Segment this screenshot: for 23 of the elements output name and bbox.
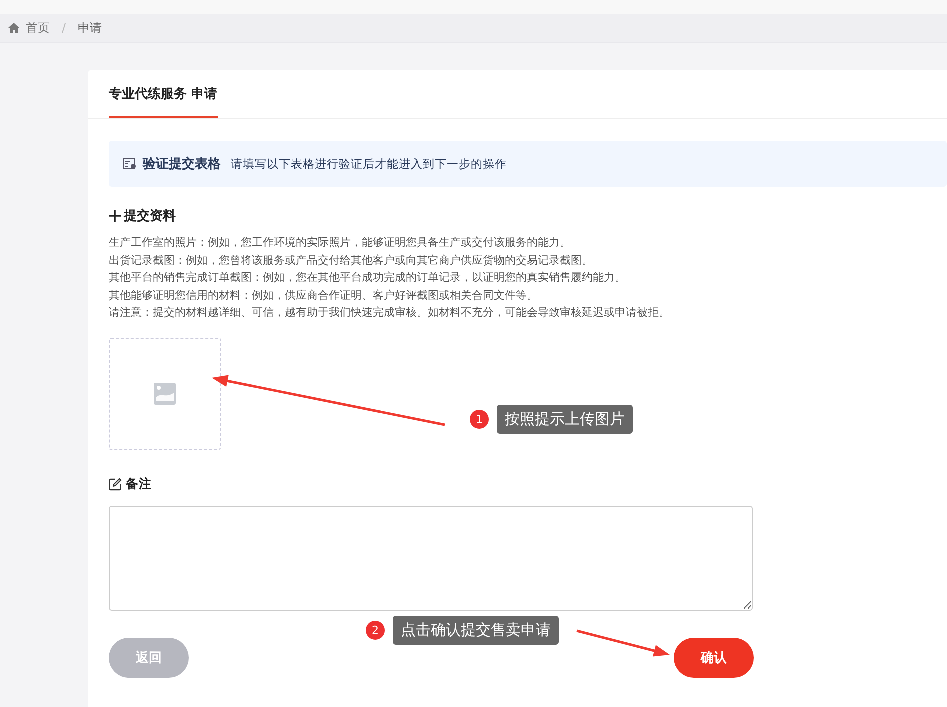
image-icon (154, 382, 176, 405)
instruction-text: 其他平台的销售完成订单截图：例如，您在其他平台成功完成的订单记录，以证明您的真实销售履约能力。 (109, 270, 627, 286)
instruction-text: 生产工作室的照片：例如，您工作环境的实际照片，能够证明您具备生产或交付该服务的能力。 (109, 235, 572, 251)
banner-title: 验证提交表格 (143, 156, 221, 173)
form-icon (123, 158, 137, 170)
breadcrumb-item[interactable]: 申请 (78, 20, 102, 36)
image-upload-box[interactable] (109, 338, 221, 450)
section-title: 提交资料 (124, 208, 176, 225)
plus-icon (109, 210, 121, 222)
remark-label: 备注 (126, 476, 152, 493)
remark-field[interactable] (109, 506, 753, 611)
instruction-text: 请注意：提交的材料越详细、可信，越有助于我们快速完成审核。如材料不充分，可能会导致审核延迟或申请被拒。 (109, 305, 671, 322)
breadcrumb-item[interactable]: 首页 (26, 20, 50, 36)
callout-tooltip: 按照提示上传图片 (497, 405, 633, 434)
callout-tooltip: 点击确认提交售卖申请 (393, 616, 559, 645)
instruction-text: 出货记录截图：例如，您曾将该服务或产品交付给其他客户或向其它商户供应货物的交易记录截图。 (109, 252, 594, 269)
home-icon (8, 22, 20, 34)
banner-message: 请填写以下表格进行验证后才能进入到下一步的操作 (231, 156, 507, 172)
edit-icon (109, 478, 122, 491)
breadcrumb-separator: / (62, 21, 66, 35)
confirm-button[interactable]: 确认 (674, 638, 754, 678)
tab[interactable]: 专业代练服务 申请 (109, 70, 218, 118)
instruction-text: 其他能够证明您信用的材料：例如，供应商合作证明、客户好评截图或相关合同文件等。 (109, 288, 539, 304)
